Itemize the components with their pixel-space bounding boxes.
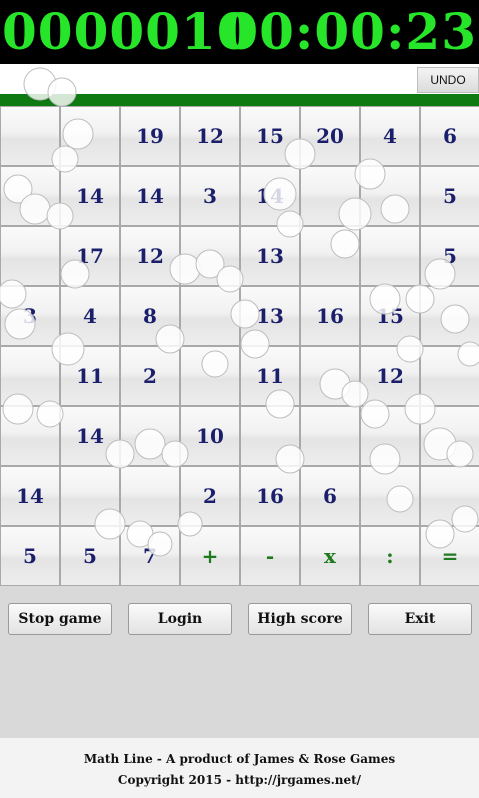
number-tile[interactable] (360, 226, 420, 286)
number-tile[interactable]: 5 (60, 526, 120, 586)
number-tile[interactable]: 5 (420, 166, 479, 226)
number-tile[interactable] (0, 226, 60, 286)
number-tile[interactable] (420, 466, 479, 526)
operator-tile[interactable]: + (180, 526, 240, 586)
number-tile[interactable] (300, 346, 360, 406)
score-display: 0000010 (2, 2, 253, 61)
timer-display: 00:00:23 (223, 2, 477, 61)
number-tile[interactable]: 5 (420, 226, 479, 286)
number-tile[interactable]: 6 (300, 466, 360, 526)
expression-row: UNDO (0, 64, 479, 94)
operator-tile[interactable]: - (240, 526, 300, 586)
number-tile[interactable] (420, 346, 479, 406)
number-tile[interactable]: 16 (240, 466, 300, 526)
operator-tile[interactable]: x (300, 526, 360, 586)
number-grid: 19 12 15 20 4 6 14 14 3 14 5 17 12 13 5 3 4 8 13 16 15 11 2 11 1… (0, 106, 479, 586)
footer-credit: Math Line - A product of James & Rose Ga… (83, 752, 396, 766)
number-tile[interactable] (0, 346, 60, 406)
number-tile[interactable] (360, 466, 420, 526)
number-tile[interactable] (180, 286, 240, 346)
number-tile[interactable]: 12 (120, 226, 180, 286)
footer: Math Line - A product of James & Rose Ga… (0, 738, 479, 798)
number-tile[interactable]: 2 (180, 466, 240, 526)
number-tile[interactable]: 11 (60, 346, 120, 406)
number-tile[interactable] (60, 106, 120, 166)
stop-game-button[interactable]: Stop game (8, 603, 112, 635)
number-tile[interactable]: 15 (240, 106, 300, 166)
number-tile[interactable]: 15 (360, 286, 420, 346)
exit-button[interactable]: Exit (368, 603, 472, 635)
number-tile[interactable] (360, 166, 420, 226)
high-score-button[interactable]: High score (248, 603, 352, 635)
number-tile[interactable]: 14 (60, 166, 120, 226)
number-tile[interactable]: 14 (120, 166, 180, 226)
number-tile[interactable]: 5 (0, 526, 60, 586)
time-progress-fill (0, 94, 479, 106)
number-tile[interactable]: 16 (300, 286, 360, 346)
number-tile[interactable]: 19 (120, 106, 180, 166)
number-tile[interactable] (180, 346, 240, 406)
number-tile[interactable] (300, 226, 360, 286)
number-tile[interactable]: 2 (120, 346, 180, 406)
number-tile[interactable] (120, 466, 180, 526)
number-tile[interactable]: 8 (120, 286, 180, 346)
number-tile[interactable]: 14 (240, 166, 300, 226)
operator-tile[interactable]: = (420, 526, 479, 586)
number-tile[interactable]: 13 (240, 226, 300, 286)
number-tile[interactable]: 10 (180, 406, 240, 466)
login-button[interactable]: Login (128, 603, 232, 635)
number-tile[interactable] (0, 166, 60, 226)
number-tile[interactable]: 14 (0, 466, 60, 526)
number-tile[interactable]: 3 (180, 166, 240, 226)
number-tile[interactable] (0, 406, 60, 466)
number-tile[interactable] (360, 406, 420, 466)
number-tile[interactable] (420, 406, 479, 466)
number-tile[interactable]: 13 (240, 286, 300, 346)
number-tile[interactable]: 17 (60, 226, 120, 286)
number-tile[interactable] (300, 166, 360, 226)
number-tile[interactable] (420, 286, 479, 346)
number-tile[interactable]: 6 (420, 106, 479, 166)
number-tile[interactable] (300, 406, 360, 466)
number-tile[interactable]: 3 (0, 286, 60, 346)
number-tile[interactable]: 4 (360, 106, 420, 166)
undo-button[interactable]: UNDO (417, 67, 479, 93)
number-tile[interactable]: 7 (120, 526, 180, 586)
number-tile[interactable] (240, 406, 300, 466)
number-tile[interactable] (120, 406, 180, 466)
expression-field[interactable] (0, 64, 412, 94)
number-tile[interactable] (180, 226, 240, 286)
number-tile[interactable]: 12 (360, 346, 420, 406)
number-tile[interactable]: 20 (300, 106, 360, 166)
operator-tile[interactable]: : (360, 526, 420, 586)
top-bar: 0000010 00:00:23 (0, 0, 479, 64)
number-tile[interactable]: 11 (240, 346, 300, 406)
number-tile[interactable]: 12 (180, 106, 240, 166)
time-progress-bar (0, 94, 479, 106)
number-tile[interactable] (60, 466, 120, 526)
number-tile[interactable]: 14 (60, 406, 120, 466)
control-bar: Stop game Login High score Exit (0, 603, 479, 637)
footer-copyright: Copyright 2015 - http://jrgames.net/ (117, 773, 362, 787)
number-tile[interactable] (0, 106, 60, 166)
number-tile[interactable]: 4 (60, 286, 120, 346)
